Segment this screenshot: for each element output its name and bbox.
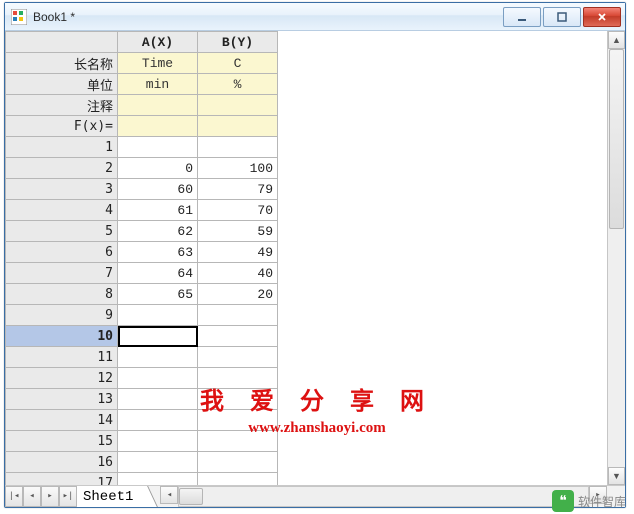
sheet-tab-label: Sheet1 [83,489,133,505]
nav-first-button[interactable]: |◂ [5,486,23,507]
titlebar[interactable]: Book1 * [5,3,625,31]
col-header-b[interactable]: B(Y) [198,32,278,53]
fx-a[interactable] [118,116,198,137]
row-header[interactable]: 6 [6,242,118,263]
cell[interactable]: 65 [118,284,198,305]
window-controls [503,7,621,27]
cell[interactable] [198,389,278,410]
scroll-left-button[interactable]: ◂ [160,486,178,504]
fx-b[interactable] [198,116,278,137]
cell[interactable] [118,305,198,326]
cell[interactable] [118,473,198,486]
vscroll-thumb[interactable] [609,49,624,229]
minimize-button[interactable] [503,7,541,27]
cell[interactable]: 64 [118,263,198,284]
worksheet[interactable]: A(X) B(Y) 长名称 Time C 单位 min % 注释 [5,31,607,485]
cell[interactable] [198,452,278,473]
row-header[interactable]: 8 [6,284,118,305]
scroll-up-button[interactable]: ▲ [608,31,625,49]
app-icon [11,9,27,25]
cell[interactable] [198,137,278,158]
row-label-fx[interactable]: F(x)= [6,116,118,137]
row-header[interactable]: 13 [6,389,118,410]
bottom-bar: |◂ ◂ ▸ ▸| Sheet1 ◂ ▸ [5,485,625,507]
row-label-comments[interactable]: 注释 [6,95,118,116]
window-title: Book1 * [33,10,503,24]
maximize-button[interactable] [543,7,581,27]
cell[interactable]: 59 [198,221,278,242]
comments-a[interactable] [118,95,198,116]
cell[interactable] [118,452,198,473]
row-label-longname[interactable]: 长名称 [6,53,118,74]
row-header[interactable]: 5 [6,221,118,242]
cell[interactable] [198,368,278,389]
cell[interactable]: 61 [118,200,198,221]
cell[interactable] [198,326,278,347]
col-header-a[interactable]: A(X) [118,32,198,53]
nav-prev-button[interactable]: ◂ [23,486,41,507]
row-header[interactable]: 16 [6,452,118,473]
row-header[interactable]: 2 [6,158,118,179]
row-header[interactable]: 9 [6,305,118,326]
scroll-down-button[interactable]: ▼ [608,467,625,485]
cell[interactable]: 79 [198,179,278,200]
cell[interactable] [118,368,198,389]
horizontal-scrollbar[interactable]: ◂ ▸ [160,486,607,507]
cell[interactable] [198,305,278,326]
hscroll-thumb[interactable] [179,488,203,505]
sheet-tab[interactable]: Sheet1 [77,486,148,507]
cell[interactable]: 40 [198,263,278,284]
grid-area: A(X) B(Y) 长名称 Time C 单位 min % 注释 [5,31,625,485]
vertical-scrollbar[interactable]: ▲ ▼ [607,31,625,485]
vscroll-track[interactable] [608,49,625,467]
cell[interactable] [118,410,198,431]
row-header[interactable]: 14 [6,410,118,431]
cell[interactable]: 63 [118,242,198,263]
row-header[interactable]: 4 [6,200,118,221]
cell[interactable]: 70 [198,200,278,221]
cell[interactable]: 60 [118,179,198,200]
row-header[interactable]: 15 [6,431,118,452]
cell[interactable] [198,347,278,368]
cell[interactable]: 100 [198,158,278,179]
cell[interactable] [118,347,198,368]
row-label-units[interactable]: 单位 [6,74,118,95]
units-a[interactable]: min [118,74,198,95]
cell[interactable] [118,431,198,452]
units-b[interactable]: % [198,74,278,95]
scroll-right-button[interactable]: ▸ [589,486,607,504]
longname-b[interactable]: C [198,53,278,74]
longname-a[interactable]: Time [118,53,198,74]
cell[interactable] [198,473,278,486]
cell[interactable] [198,410,278,431]
hscroll-track[interactable] [178,486,589,507]
corner-cell[interactable] [6,32,118,53]
cell[interactable]: 0 [118,158,198,179]
row-header[interactable]: 7 [6,263,118,284]
row-header[interactable]: 17 [6,473,118,486]
nav-next-button[interactable]: ▸ [41,486,59,507]
row-header[interactable]: 11 [6,347,118,368]
row-header[interactable]: 12 [6,368,118,389]
row-header[interactable]: 1 [6,137,118,158]
comments-b[interactable] [198,95,278,116]
content-area: A(X) B(Y) 长名称 Time C 单位 min % 注释 [5,31,625,507]
row-header[interactable]: 10 [6,326,118,347]
cell[interactable]: 20 [198,284,278,305]
cell[interactable] [118,137,198,158]
cell[interactable] [118,326,198,347]
row-header[interactable]: 3 [6,179,118,200]
cell[interactable]: 62 [118,221,198,242]
cell[interactable] [118,389,198,410]
cell[interactable]: 49 [198,242,278,263]
close-button[interactable] [583,7,621,27]
workbook-window: Book1 * A(X) [4,2,626,508]
nav-last-button[interactable]: ▸| [59,486,77,507]
cell[interactable] [198,431,278,452]
